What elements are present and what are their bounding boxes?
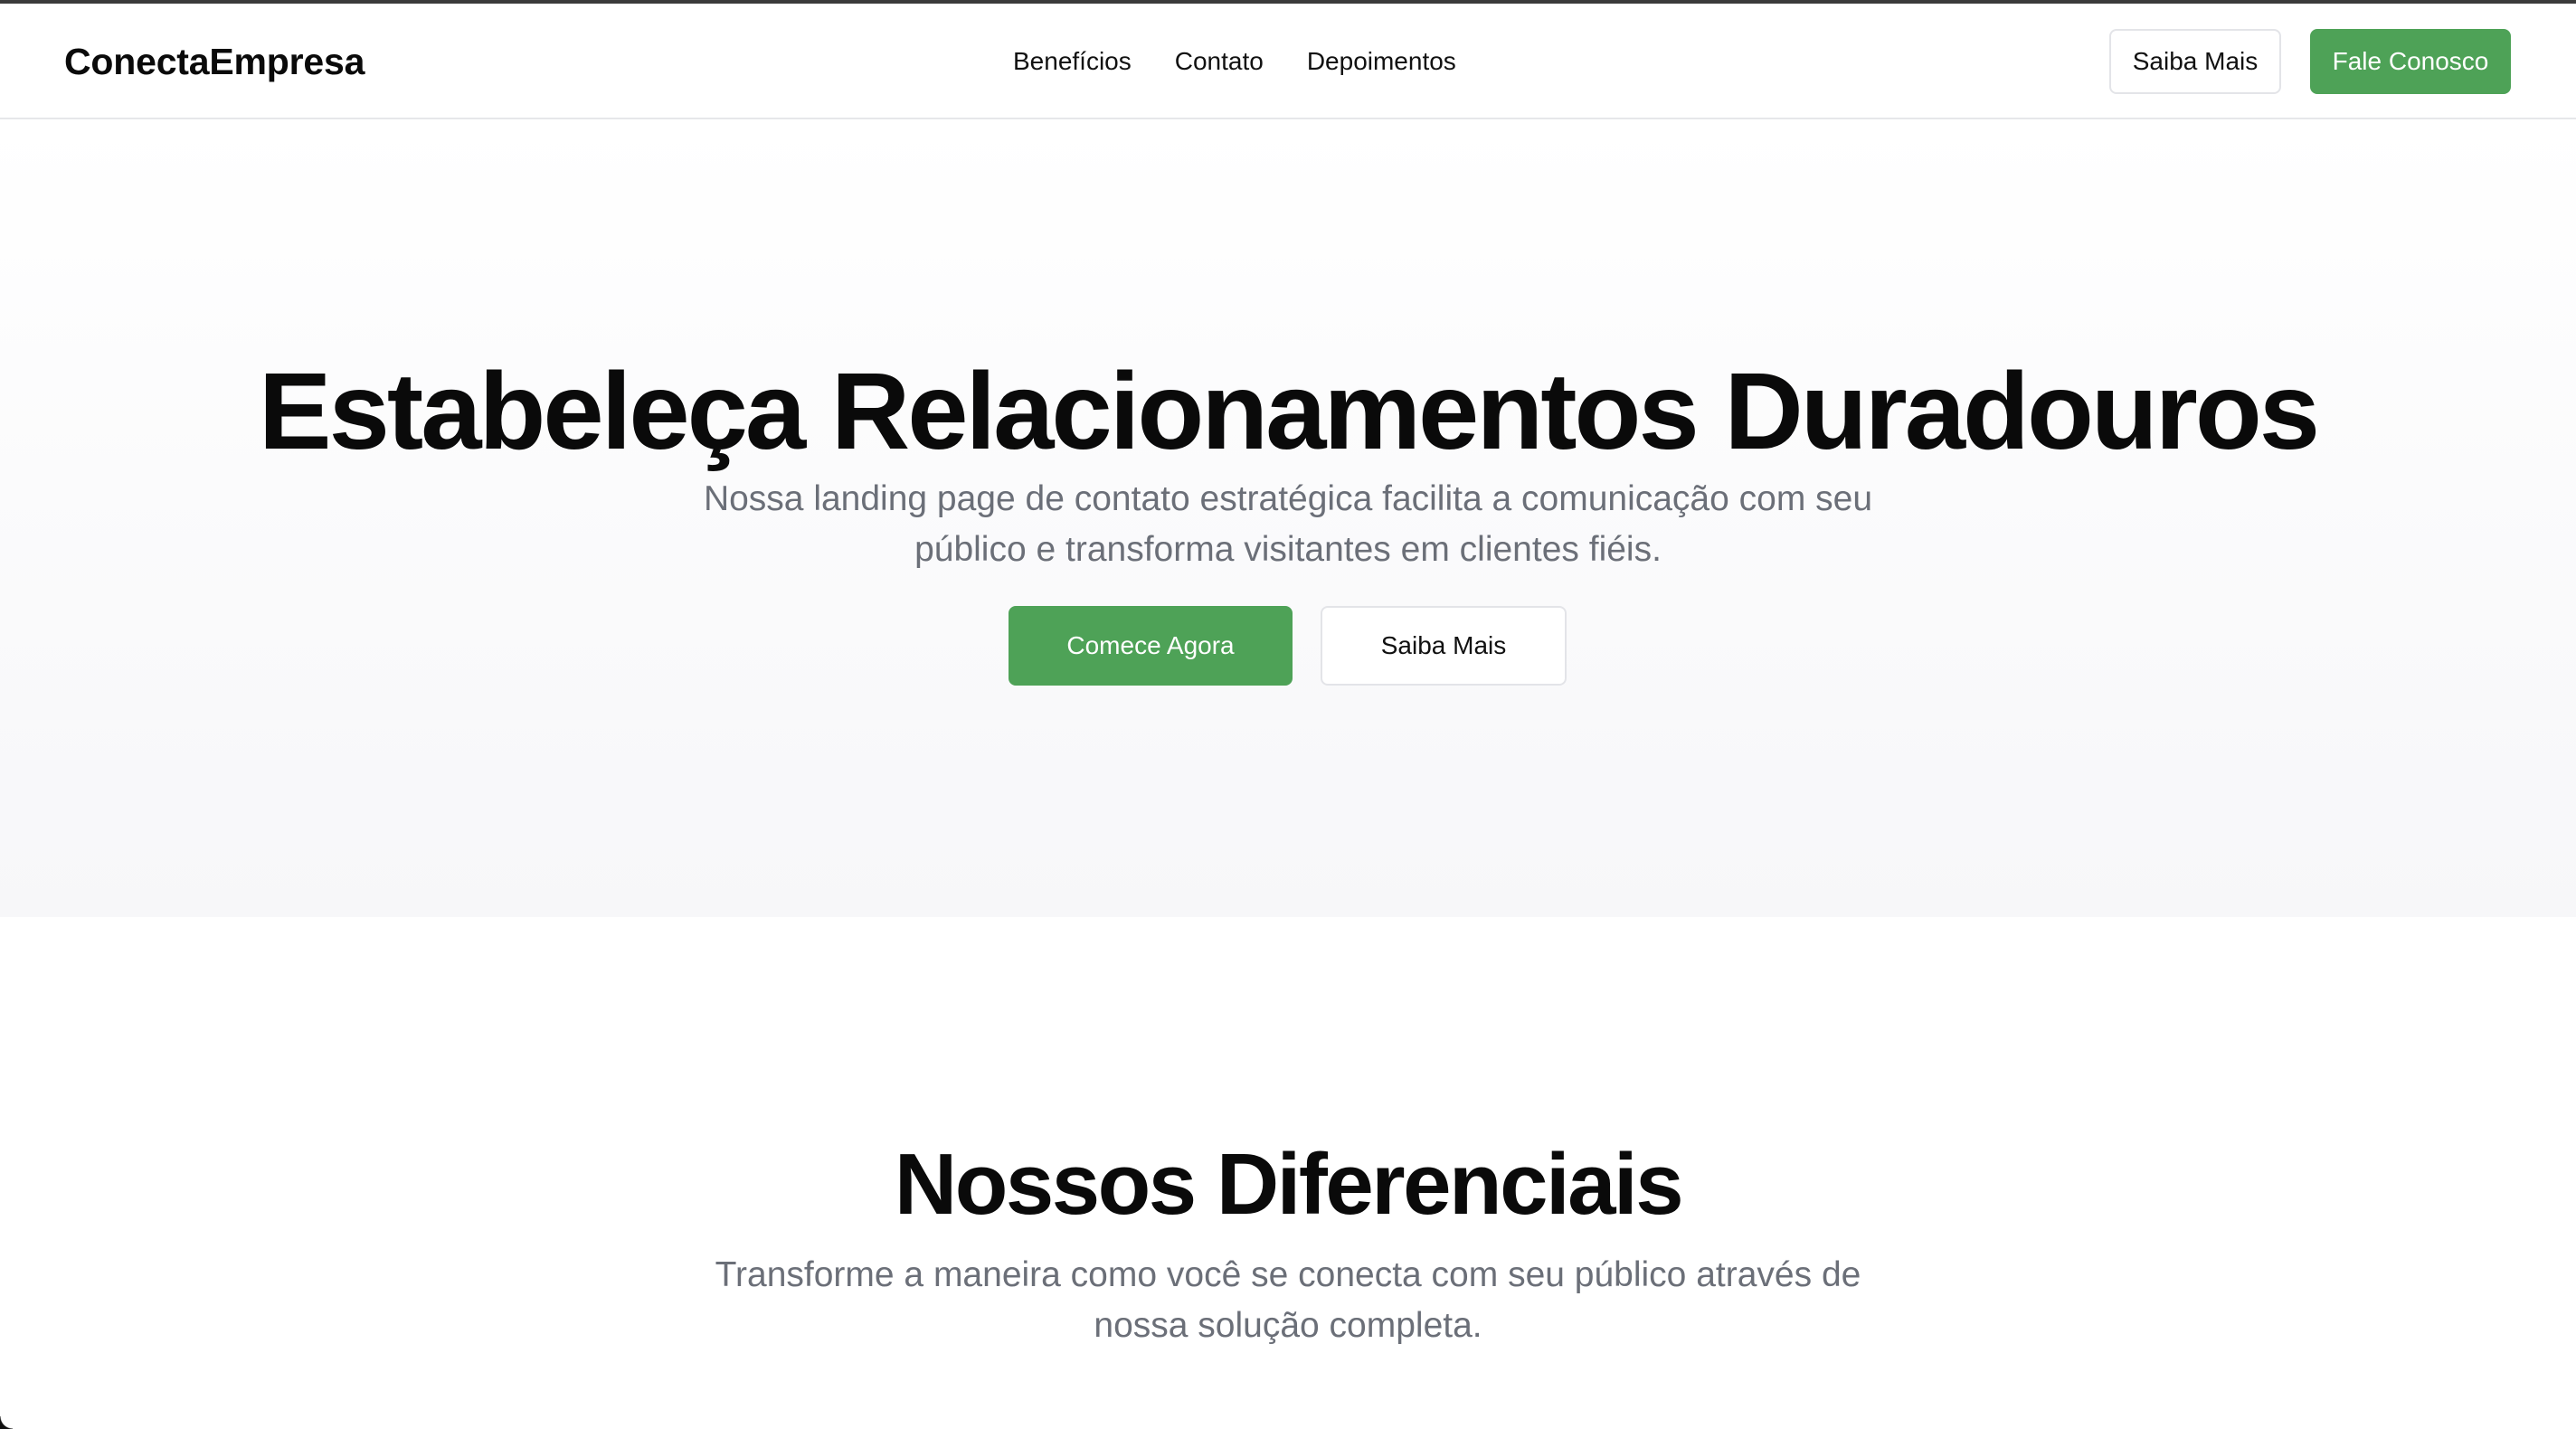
nav-link-beneficios[interactable]: Benefícios (1013, 45, 1132, 78)
nav-saiba-mais-button[interactable]: Saiba Mais (2109, 29, 2281, 94)
hero-section: Estabeleça Relacionamentos Duradouros No… (0, 121, 2576, 917)
nav-fale-conosco-button[interactable]: Fale Conosco (2310, 29, 2511, 94)
nav-link-depoimentos[interactable]: Depoimentos (1307, 45, 1456, 78)
comece-agora-button[interactable]: Comece Agora (1009, 606, 1293, 686)
hero-title: Estabeleça Relacionamentos Duradouros (258, 349, 2320, 472)
nav-links: Benefícios Contato Depoimentos (1013, 45, 1456, 78)
window-corner (0, 1416, 13, 1429)
hero-saiba-mais-button[interactable]: Saiba Mais (1321, 606, 1567, 686)
nav-link-contato[interactable]: Contato (1175, 45, 1264, 78)
brand-logo[interactable]: ConectaEmpresa (64, 40, 365, 83)
features-title: Nossos Diferenciais (894, 1136, 1684, 1233)
features-subtitle: Transforme a maneira como você se conect… (715, 1255, 1861, 1345)
hero-subtitle: Nossa landing page de contato estratégic… (703, 479, 1873, 569)
navbar: ConectaEmpresa Benefícios Contato Depoim… (0, 4, 2576, 119)
